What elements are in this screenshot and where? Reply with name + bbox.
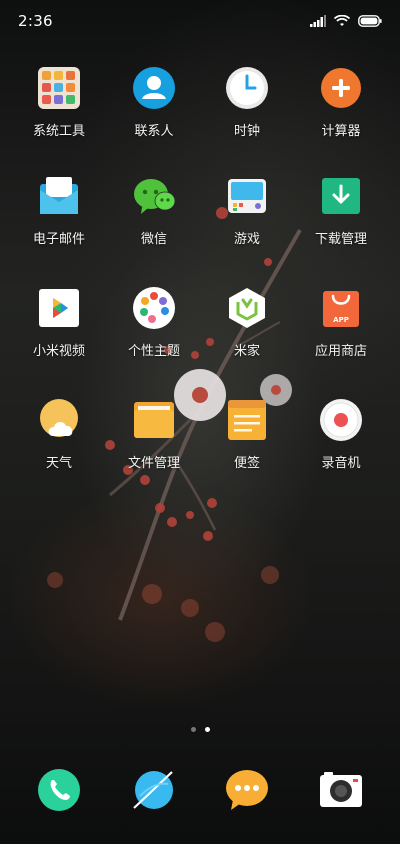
app-themes[interactable]: 个性主题	[104, 286, 204, 359]
app-clock[interactable]: 时钟	[197, 66, 297, 139]
app-label: 个性主题	[127, 344, 180, 359]
themes-icon	[133, 287, 175, 329]
app-label: 下载管理	[314, 232, 367, 247]
app-label: 游戏	[233, 232, 260, 247]
app-wechat[interactable]: 微信	[104, 174, 204, 247]
games-icon	[228, 179, 266, 213]
app-label: 天气	[45, 456, 72, 471]
messages-icon	[226, 770, 268, 810]
file-manager-icon	[134, 402, 174, 438]
app-recorder[interactable]: 录音机	[291, 398, 391, 471]
email-icon	[40, 177, 78, 214]
app-contacts[interactable]: 联系人	[104, 66, 204, 139]
notes-icon	[228, 400, 266, 440]
browser-icon	[133, 771, 173, 809]
app-label: 系统工具	[32, 124, 85, 139]
clock-icon	[226, 67, 268, 109]
dock-messages[interactable]	[197, 768, 297, 812]
app-label: 小米视频	[32, 344, 85, 359]
contacts-icon	[133, 67, 175, 109]
app-label: 电子邮件	[32, 232, 85, 247]
phone-icon	[38, 769, 80, 811]
signal-icon	[310, 15, 326, 27]
downloads-icon	[322, 178, 360, 214]
app-label: 录音机	[321, 456, 361, 471]
app-calculator[interactable]: 计算器	[291, 66, 391, 139]
app-downloads[interactable]: 下载管理	[291, 174, 391, 247]
app-store-badge: APP	[333, 316, 349, 324]
app-email[interactable]: 电子邮件	[9, 174, 109, 247]
app-file-manager[interactable]: 文件管理	[104, 398, 204, 471]
app-label: 计算器	[321, 124, 361, 139]
dock-browser[interactable]	[104, 768, 204, 812]
camera-icon	[320, 772, 362, 807]
app-label: 米家	[233, 344, 260, 359]
recorder-icon	[320, 399, 362, 441]
status-time: 2:36	[18, 12, 53, 30]
system-tools-icon	[38, 67, 80, 109]
app-weather[interactable]: 天气	[9, 398, 109, 471]
app-store-icon: APP	[323, 291, 359, 327]
app-label: 联系人	[134, 124, 174, 139]
app-label: 便签	[233, 456, 260, 471]
app-label: 文件管理	[127, 456, 180, 471]
wifi-icon	[334, 15, 350, 26]
app-mijia[interactable]: 米家	[197, 286, 297, 359]
mi-video-icon	[39, 289, 79, 327]
page-indicator[interactable]	[0, 727, 400, 732]
app-games[interactable]: 游戏	[197, 174, 297, 247]
app-label: 时钟	[233, 124, 260, 139]
mijia-icon	[229, 288, 265, 328]
app-system-tools[interactable]: 系统工具	[9, 66, 109, 139]
dock-phone[interactable]	[9, 768, 109, 812]
app-label: 微信	[140, 232, 167, 247]
dock-camera[interactable]	[291, 768, 391, 812]
app-label: 应用商店	[314, 344, 367, 359]
app-mi-video[interactable]: 小米视频	[9, 286, 109, 359]
app-notes[interactable]: 便签	[197, 398, 297, 471]
calculator-icon	[321, 68, 361, 108]
page-dot-2-active[interactable]	[204, 727, 210, 732]
wechat-icon	[134, 179, 176, 214]
app-app-store[interactable]: APP 应用商店	[291, 286, 391, 359]
weather-icon	[40, 399, 78, 437]
battery-icon	[358, 15, 382, 27]
page-dot-1[interactable]	[190, 727, 196, 732]
status-bar: 2:36	[0, 0, 400, 44]
